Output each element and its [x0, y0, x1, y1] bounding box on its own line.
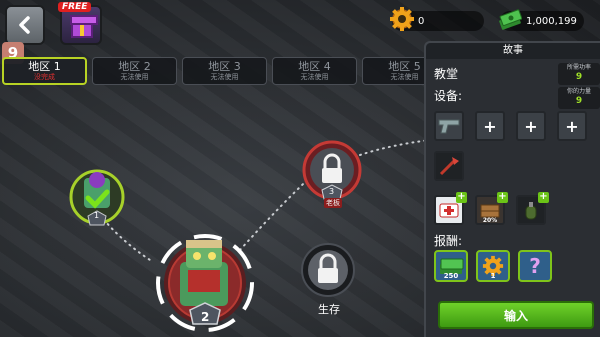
enter-button[interactable]: 输入 [438, 301, 594, 329]
gears-value: 0 [418, 15, 425, 27]
tab-label: 地区 4 [298, 59, 331, 73]
reward-count: 1 [490, 272, 496, 280]
tab-region-4[interactable]: 地区 4 无法使用 [272, 57, 357, 85]
equipment-label: 设备: [434, 89, 463, 103]
rewards-label: 报酬: [434, 234, 463, 248]
required-power-stat: 所需功率 9 [558, 63, 600, 85]
cash-value: 1,000,199 [526, 15, 577, 27]
free-tag: FREE [58, 2, 92, 12]
gear-icon [388, 5, 416, 33]
plus-icon: + [565, 116, 579, 136]
panel-title: 故事 [426, 43, 600, 59]
gears-counter: 0 [390, 7, 484, 31]
tab-label: 地区 1 [28, 59, 61, 73]
supply-slot-grenade[interactable]: + [516, 191, 549, 225]
tab-label: 地区 5 [388, 59, 421, 73]
tab-status: 无法使用 [300, 72, 329, 81]
node-1-number: 1 [94, 211, 100, 220]
back-button[interactable] [5, 5, 45, 45]
free-gift-button[interactable]: FREE [58, 2, 102, 45]
chevron-left-icon [19, 16, 30, 34]
reward-mystery: ? [518, 250, 552, 282]
add-badge: + [538, 191, 549, 203]
game-screen: 1 2 3 老板 生存 FREE 9 0 1,000,199 地区 1 没完成 … [0, 0, 600, 337]
cash-counter: 1,000,199 [499, 9, 584, 31]
node-3-number: 3 [329, 187, 335, 196]
gift-icon [70, 15, 98, 38]
map-path [359, 139, 431, 156]
cash-stack-icon [496, 5, 524, 33]
reward-cash: 250 [434, 250, 468, 282]
story-panel: 故事 教堂 所需功率 9 你的力量 9 设备: + + + + + 20% + … [424, 41, 600, 337]
plus-icon: + [524, 116, 538, 136]
medkit-icon [439, 203, 459, 218]
tab-region-2[interactable]: 地区 2 无法使用 [92, 57, 177, 85]
empty-weapon-slot[interactable]: + [516, 111, 546, 141]
survival-node[interactable] [301, 243, 355, 297]
empty-weapon-slot[interactable]: + [557, 111, 587, 141]
region-tabs: 地区 1 没完成 地区 2 无法使用 地区 3 无法使用 地区 4 无法使用 地… [2, 57, 447, 85]
tab-status: 没完成 [34, 72, 55, 81]
reward-count: 250 [443, 272, 459, 280]
supply-count: 20% [482, 217, 498, 224]
reward-gears: 1 [476, 250, 510, 282]
required-power-value: 9 [575, 72, 583, 82]
tab-region-1[interactable]: 地区 1 没完成 [2, 57, 87, 85]
tab-status: 无法使用 [120, 72, 149, 81]
lock-icon [318, 268, 338, 283]
supply-slot-crate[interactable]: + 20% [475, 191, 508, 225]
required-power-label: 所需功率 [566, 64, 591, 71]
supply-slot-medkit[interactable]: + [434, 191, 467, 225]
melee-slot-axe[interactable] [434, 151, 464, 181]
empty-weapon-slot[interactable]: + [475, 111, 505, 141]
lock-icon [322, 168, 342, 183]
tab-label: 地区 3 [208, 59, 241, 73]
weapon-slot-pistol[interactable] [434, 111, 464, 141]
survival-label: 生存 [318, 303, 340, 316]
node-2-number: 2 [201, 310, 210, 324]
plus-icon: + [483, 116, 497, 136]
ammo-crate-icon [480, 204, 500, 218]
location-name: 教堂 [434, 67, 459, 81]
grenade-icon [525, 202, 537, 220]
tab-status: 无法使用 [210, 72, 239, 81]
mystery-icon: ? [529, 254, 541, 278]
your-power-label: 你的力量 [566, 88, 591, 95]
add-badge: + [456, 191, 467, 203]
boss-label: 老板 [324, 198, 342, 208]
tab-status: 无法使用 [390, 72, 419, 81]
your-power-value: 9 [575, 96, 583, 106]
pistol-icon [438, 119, 460, 134]
tab-label: 地区 2 [118, 59, 151, 73]
add-badge: + [497, 191, 508, 203]
your-power-stat: 你的力量 9 [558, 87, 600, 109]
fire-axe-icon [439, 157, 459, 176]
tab-region-3[interactable]: 地区 3 无法使用 [182, 57, 267, 85]
